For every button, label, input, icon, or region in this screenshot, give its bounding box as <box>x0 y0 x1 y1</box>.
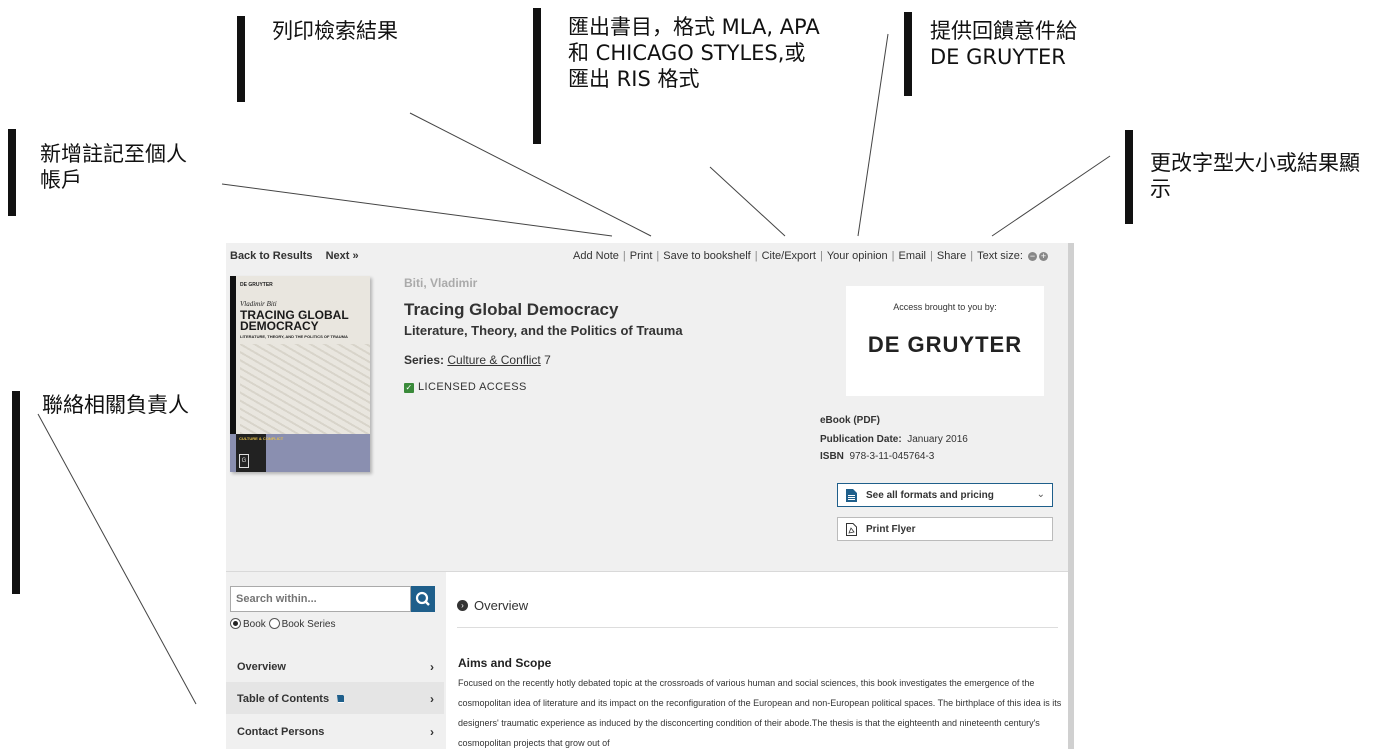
pdf-icon <box>846 523 857 536</box>
toolbar-separator: | <box>820 250 823 262</box>
chevron-right-icon: › <box>430 725 434 739</box>
text-size-decrease-icon[interactable]: − <box>1028 251 1037 261</box>
series-link[interactable]: Culture & Conflict <box>447 353 540 367</box>
text-size-label: Text size: <box>977 250 1023 262</box>
cover-title: TRACING GLOBAL DEMOCRACY <box>240 308 349 333</box>
overview-divider <box>457 627 1058 628</box>
series-number: 7 <box>544 353 551 367</box>
aims-and-scope-heading: Aims and Scope <box>458 656 552 670</box>
cite-export-link[interactable]: Cite/Export <box>762 250 816 262</box>
page-scrollbar[interactable] <box>1068 243 1074 749</box>
toolbar-separator: | <box>622 250 626 262</box>
access-provider-box: Access brought to you by: DE GRUYTER <box>846 286 1044 396</box>
cover-subtitle: LITERATURE, THEORY, AND THE POLITICS OF … <box>240 334 348 339</box>
toolbar-separator: | <box>891 250 895 262</box>
chevron-right-icon: › <box>430 660 434 674</box>
document-icon <box>846 489 857 502</box>
email-link[interactable]: Email <box>898 250 926 262</box>
radio-book-label: Book <box>243 619 266 631</box>
cover-series: CULTURE & CONFLICT <box>239 436 284 441</box>
cover-map-illustration <box>240 344 370 434</box>
sidebar-item-contact-persons[interactable]: Contact Persons › <box>226 715 444 747</box>
text-size-increase-icon[interactable]: + <box>1039 251 1048 261</box>
isbn: ISBN 978-3-11-045764-3 <box>820 451 934 462</box>
chevron-right-icon: › <box>430 692 434 706</box>
check-icon: ✓ <box>404 383 414 393</box>
print-flyer-label: Print Flyer <box>866 524 916 535</box>
sidebar-item-overview[interactable]: Overview › <box>226 650 444 682</box>
search-within-input[interactable] <box>230 586 411 612</box>
publication-date-label: Publication Date: <box>820 434 902 445</box>
book-icon <box>337 695 345 704</box>
book-subtitle: Literature, Theory, and the Politics of … <box>404 323 683 338</box>
toolbar-separator: | <box>754 250 758 262</box>
overview-content: › Overview Aims and Scope Focused on the … <box>446 572 1070 749</box>
print-flyer-button[interactable]: Print Flyer <box>837 517 1053 541</box>
licensed-access-badge: ✓ LICENSED ACCESS <box>404 381 527 393</box>
search-button[interactable] <box>411 586 435 612</box>
back-to-results-link[interactable]: Back to Results <box>230 250 313 262</box>
search-scope-radios: Book Book Series <box>230 618 336 631</box>
radio-book-series-label: Book Series <box>281 619 336 631</box>
toolbar-separator: | <box>970 250 974 262</box>
toolbar-separator: | <box>930 250 933 262</box>
arrow-circle-icon: › <box>457 600 468 612</box>
access-brand-logo: DE GRUYTER <box>867 332 1023 357</box>
book-title: Tracing Global Democracy <box>404 300 619 319</box>
book-detail-page: Back to Results Next » Add Note | Print | Sa… <box>226 243 1070 749</box>
save-to-bookshelf-link[interactable]: Save to bookshelf <box>663 250 750 262</box>
your-opinion-link[interactable]: Your opinion <box>827 250 888 262</box>
licensed-access-label: LICENSED ACCESS <box>418 381 527 393</box>
search-icon <box>415 591 430 606</box>
format-label: eBook (PDF) <box>820 415 880 426</box>
next-link[interactable]: Next » <box>326 250 359 262</box>
cover-publisher: DE GRUYTER <box>240 282 273 288</box>
cover-publisher-logo: G <box>239 454 249 468</box>
sidebar-item-label: Table of Contents <box>237 693 330 705</box>
radio-book[interactable] <box>230 618 241 629</box>
cover-author: Vladimir Biti <box>240 300 277 308</box>
toolbar-separator: | <box>656 250 660 262</box>
see-all-formats-button[interactable]: See all formats and pricing ⌄ <box>837 483 1053 507</box>
sidebar-item-table-of-contents[interactable]: Table of Contents › <box>226 682 444 714</box>
chevron-down-icon: ⌄ <box>1036 489 1045 500</box>
overview-toggle[interactable]: › Overview <box>457 598 528 613</box>
series-label: Series: <box>404 353 445 367</box>
isbn-label: ISBN <box>820 451 844 462</box>
action-toolbar: Add Note | Print | Save to bookshelf | Cite/Ex… <box>573 250 1048 262</box>
print-link[interactable]: Print <box>630 250 653 262</box>
add-note-link[interactable]: Add Note <box>573 250 619 262</box>
aims-and-scope-text: Focused on the recently hotly debated to… <box>458 678 1062 748</box>
book-cover-image: DE GRUYTER Vladimir Biti TRACING GLOBAL … <box>230 276 370 472</box>
publication-date: Publication Date: January 2016 <box>820 434 968 445</box>
radio-book-series[interactable] <box>268 618 280 629</box>
see-all-formats-label: See all formats and pricing <box>866 490 994 501</box>
book-author-link[interactable]: Biti, Vladimir <box>404 276 477 290</box>
publication-date-value: January 2016 <box>907 434 968 445</box>
sidebar-item-label: Overview <box>237 661 286 673</box>
overview-heading: Overview <box>474 598 529 613</box>
share-link[interactable]: Share <box>937 250 966 262</box>
sidebar-item-label: Contact Persons <box>237 726 325 738</box>
isbn-value: 978-3-11-045764-3 <box>849 451 935 462</box>
result-navigation: Back to Results Next » <box>230 250 369 262</box>
access-label: Access brought to you by: <box>893 302 997 312</box>
book-series: Series: Culture & Conflict 7 <box>404 353 551 367</box>
